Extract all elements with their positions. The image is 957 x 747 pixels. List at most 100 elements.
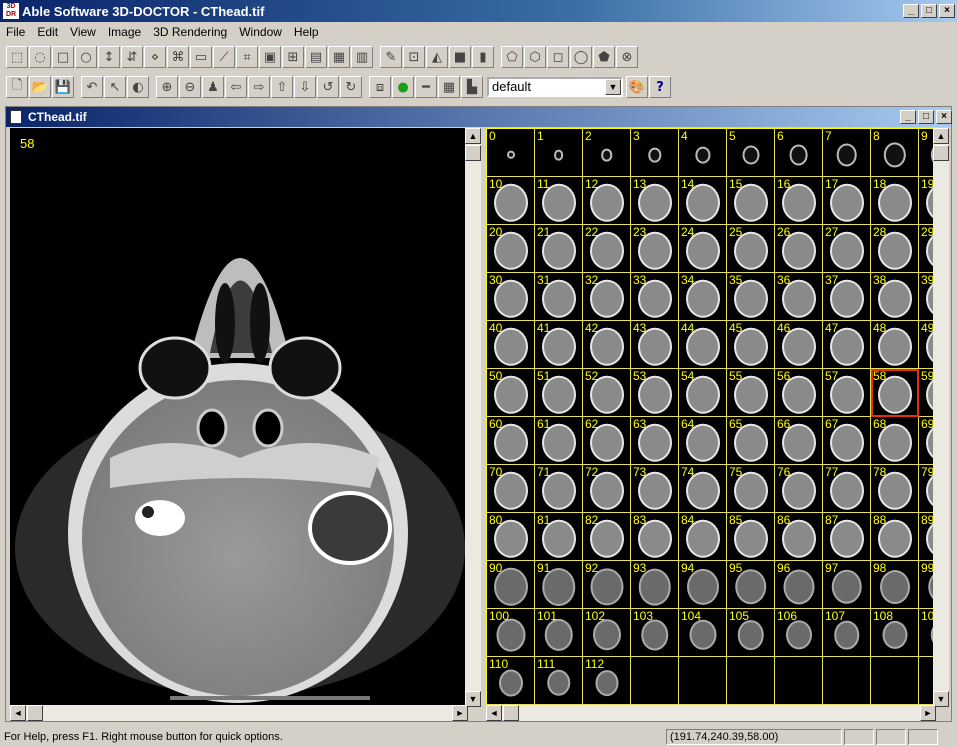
volume-icon[interactable]: ⧈	[369, 76, 391, 98]
slice-thumbnail[interactable]: 66	[775, 417, 823, 465]
slice-thumbnail[interactable]: 58	[871, 369, 919, 417]
arrow-right-icon[interactable]: ⇨	[248, 76, 270, 98]
slice-thumbnail[interactable]: 61	[535, 417, 583, 465]
slice-thumbnail[interactable]: 104	[679, 609, 727, 657]
slice-thumbnail[interactable]: 103	[631, 609, 679, 657]
pen-icon[interactable]: ✎	[380, 46, 402, 68]
dropdown-arrow-icon[interactable]: ▼	[605, 79, 621, 95]
scroll-left-arrow-icon[interactable]: ◄	[10, 705, 26, 721]
rect-icon[interactable]: □	[52, 46, 74, 68]
slice-thumbnail[interactable]: 33	[631, 273, 679, 321]
slice-thumbnail[interactable]: 101	[535, 609, 583, 657]
select-rect-icon[interactable]: ⬚	[6, 46, 28, 68]
slice-thumbnail[interactable]: 35	[727, 273, 775, 321]
grid-vscroll-thumb[interactable]	[933, 145, 949, 161]
slice-thumbnail[interactable]: 74	[679, 465, 727, 513]
slice-thumbnail[interactable]: 8	[871, 129, 919, 177]
bars-icon[interactable]: ▮	[472, 46, 494, 68]
slice-thumbnail[interactable]: 110	[487, 657, 535, 705]
slice-viewer[interactable]: 58	[10, 128, 468, 707]
grid-vscrollbar[interactable]: ▲ ▼	[933, 128, 949, 707]
slice-thumbnail[interactable]: 108	[871, 609, 919, 657]
slice-thumbnail[interactable]: 48	[871, 321, 919, 369]
doc-minimize-button[interactable]: _	[900, 110, 916, 124]
slice-thumbnail[interactable]: 111	[535, 657, 583, 705]
slice-thumbnail[interactable]: 31	[535, 273, 583, 321]
crop-icon[interactable]: ⌗	[236, 46, 258, 68]
node-icon[interactable]: ⋄	[144, 46, 166, 68]
calc-icon[interactable]: ▦	[438, 76, 460, 98]
slice-thumbnail[interactable]: 51	[535, 369, 583, 417]
slice-thumbnail[interactable]: 102	[583, 609, 631, 657]
menu-image[interactable]: Image	[102, 22, 147, 41]
slice-thumbnail[interactable]: 94	[679, 561, 727, 609]
slice-thumbnail[interactable]: 30	[487, 273, 535, 321]
rotate-ccw-icon[interactable]: ↺	[317, 76, 339, 98]
slider-icon[interactable]: ━	[415, 76, 437, 98]
slice-thumbnail[interactable]: 4	[679, 129, 727, 177]
slice-thumbnail[interactable]: 78	[871, 465, 919, 513]
slice-thumbnail[interactable]: 93	[631, 561, 679, 609]
slice-thumbnail[interactable]: 54	[679, 369, 727, 417]
branch-icon[interactable]: ⌘	[167, 46, 189, 68]
slice-thumbnail[interactable]: 16	[775, 177, 823, 225]
zoom-in-icon[interactable]: ⊕	[156, 76, 178, 98]
split-h-icon[interactable]: ⇵	[121, 46, 143, 68]
circle-icon[interactable]: ◯	[570, 46, 592, 68]
slice-thumbnail[interactable]: 28	[871, 225, 919, 273]
menu-edit[interactable]: Edit	[31, 22, 64, 41]
viewer-hscroll-thumb[interactable]	[27, 705, 43, 721]
slice-thumbnail[interactable]: 12	[583, 177, 631, 225]
open-icon[interactable]: 📂	[29, 76, 51, 98]
slice-thumbnail[interactable]: 10	[487, 177, 535, 225]
slice-thumbnail[interactable]: 81	[535, 513, 583, 561]
slice-thumbnail[interactable]: 63	[631, 417, 679, 465]
scroll-right-arrow-icon[interactable]: ►	[452, 705, 468, 721]
slice-thumbnail[interactable]: 17	[823, 177, 871, 225]
maximize-button[interactable]: □	[921, 4, 937, 18]
slice-thumbnail[interactable]: 42	[583, 321, 631, 369]
green-dot-icon[interactable]: ●	[392, 76, 414, 98]
slice-thumbnail[interactable]: 86	[775, 513, 823, 561]
slice-thumbnail[interactable]: 85	[727, 513, 775, 561]
slice-thumbnail[interactable]: 37	[823, 273, 871, 321]
document-icon[interactable]	[10, 110, 22, 124]
slice-thumbnail[interactable]: 24	[679, 225, 727, 273]
slice-thumbnail[interactable]: 45	[727, 321, 775, 369]
menu-window[interactable]: Window	[233, 22, 288, 41]
save-icon[interactable]: 💾	[52, 76, 74, 98]
minimize-button[interactable]: _	[903, 4, 919, 18]
slice-thumbnail[interactable]: 3	[631, 129, 679, 177]
slice-thumbnail[interactable]: 98	[871, 561, 919, 609]
slice-thumbnail[interactable]: 5	[727, 129, 775, 177]
slice-thumbnail[interactable]: 88	[871, 513, 919, 561]
viewer-vscroll-thumb[interactable]	[465, 145, 481, 161]
doc-maximize-button[interactable]: □	[918, 110, 934, 124]
square-icon[interactable]: ◻	[547, 46, 569, 68]
slice-thumbnail[interactable]: 62	[583, 417, 631, 465]
slice-thumbnail[interactable]: 72	[583, 465, 631, 513]
cancel-icon[interactable]: ⊗	[616, 46, 638, 68]
menu-file[interactable]: File	[0, 22, 31, 41]
slice-thumbnail[interactable]: 47	[823, 321, 871, 369]
slice-thumbnail[interactable]: 21	[535, 225, 583, 273]
slice-thumbnail[interactable]: 87	[823, 513, 871, 561]
grid-scroll-up-arrow-icon[interactable]: ▲	[933, 128, 949, 144]
lasso-icon[interactable]: ◌	[29, 46, 51, 68]
slice-thumbnail[interactable]: 41	[535, 321, 583, 369]
image-icon[interactable]: ▦	[328, 46, 350, 68]
slice-thumbnail[interactable]: 46	[775, 321, 823, 369]
slice-thumbnail[interactable]: 55	[727, 369, 775, 417]
slice-thumbnail[interactable]: 82	[583, 513, 631, 561]
obj-icon[interactable]: ▤	[305, 46, 327, 68]
frame-icon[interactable]: ▣	[259, 46, 281, 68]
slice-thumbnail[interactable]: 80	[487, 513, 535, 561]
slice-thumbnail[interactable]: 11	[535, 177, 583, 225]
slice-thumbnail[interactable]: 64	[679, 417, 727, 465]
slice-thumbnail[interactable]: 77	[823, 465, 871, 513]
slice-thumbnail[interactable]: 1	[535, 129, 583, 177]
slice-thumbnail[interactable]: 71	[535, 465, 583, 513]
slice-thumbnail[interactable]: 67	[823, 417, 871, 465]
menu-help[interactable]: Help	[288, 22, 325, 41]
slice-thumbnail[interactable]: 57	[823, 369, 871, 417]
